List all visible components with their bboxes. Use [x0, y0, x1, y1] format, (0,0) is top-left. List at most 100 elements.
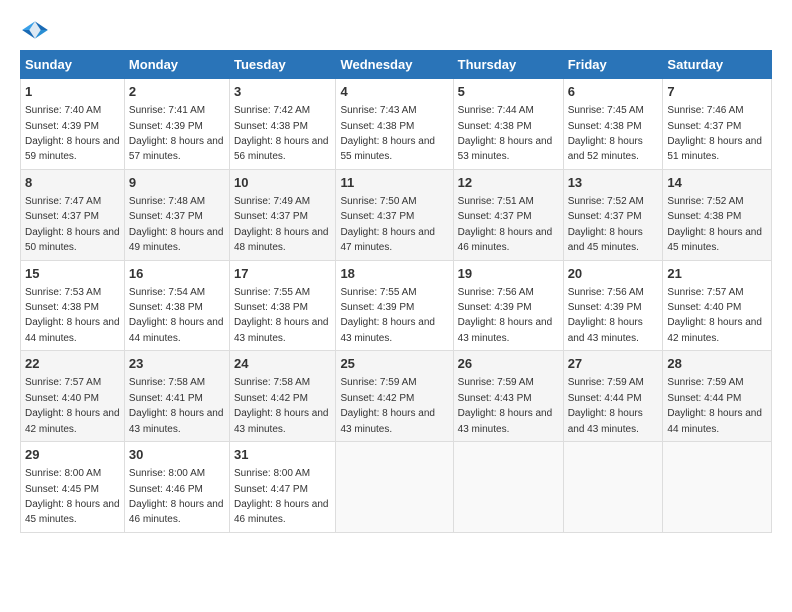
- day-number: 7: [667, 83, 767, 101]
- day-number: 26: [458, 355, 559, 373]
- day-info: Sunrise: 7:57 AMSunset: 4:40 PMDaylight:…: [25, 377, 120, 434]
- day-number: 8: [25, 174, 120, 192]
- day-cell-19: 19 Sunrise: 7:56 AMSunset: 4:39 PMDaylig…: [453, 260, 563, 351]
- day-info: Sunrise: 7:42 AMSunset: 4:38 PMDaylight:…: [234, 105, 329, 162]
- day-number: 30: [129, 446, 225, 464]
- day-cell-11: 11 Sunrise: 7:50 AMSunset: 4:37 PMDaylig…: [336, 169, 453, 260]
- day-number: 15: [25, 265, 120, 283]
- day-number: 5: [458, 83, 559, 101]
- day-info: Sunrise: 7:59 AMSunset: 4:44 PMDaylight:…: [667, 377, 762, 434]
- day-info: Sunrise: 7:58 AMSunset: 4:42 PMDaylight:…: [234, 377, 329, 434]
- day-cell-6: 6 Sunrise: 7:45 AMSunset: 4:38 PMDayligh…: [563, 79, 663, 170]
- day-cell-15: 15 Sunrise: 7:53 AMSunset: 4:38 PMDaylig…: [21, 260, 125, 351]
- day-info: Sunrise: 8:00 AMSunset: 4:45 PMDaylight:…: [25, 468, 120, 525]
- day-info: Sunrise: 7:56 AMSunset: 4:39 PMDaylight:…: [568, 287, 644, 344]
- day-cell-9: 9 Sunrise: 7:48 AMSunset: 4:37 PMDayligh…: [124, 169, 229, 260]
- header-wednesday: Wednesday: [336, 51, 453, 79]
- day-cell-2: 2 Sunrise: 7:41 AMSunset: 4:39 PMDayligh…: [124, 79, 229, 170]
- empty-cell: [453, 442, 563, 533]
- day-cell-20: 20 Sunrise: 7:56 AMSunset: 4:39 PMDaylig…: [563, 260, 663, 351]
- day-number: 16: [129, 265, 225, 283]
- header-thursday: Thursday: [453, 51, 563, 79]
- day-number: 9: [129, 174, 225, 192]
- day-info: Sunrise: 7:54 AMSunset: 4:38 PMDaylight:…: [129, 287, 224, 344]
- header-monday: Monday: [124, 51, 229, 79]
- day-cell-28: 28 Sunrise: 7:59 AMSunset: 4:44 PMDaylig…: [663, 351, 772, 442]
- day-cell-10: 10 Sunrise: 7:49 AMSunset: 4:37 PMDaylig…: [229, 169, 335, 260]
- day-info: Sunrise: 7:55 AMSunset: 4:39 PMDaylight:…: [340, 287, 435, 344]
- day-number: 1: [25, 83, 120, 101]
- day-cell-18: 18 Sunrise: 7:55 AMSunset: 4:39 PMDaylig…: [336, 260, 453, 351]
- day-number: 10: [234, 174, 331, 192]
- day-info: Sunrise: 7:47 AMSunset: 4:37 PMDaylight:…: [25, 196, 120, 253]
- day-info: Sunrise: 7:59 AMSunset: 4:43 PMDaylight:…: [458, 377, 553, 434]
- day-info: Sunrise: 7:46 AMSunset: 4:37 PMDaylight:…: [667, 105, 762, 162]
- day-number: 28: [667, 355, 767, 373]
- day-number: 23: [129, 355, 225, 373]
- day-info: Sunrise: 7:53 AMSunset: 4:38 PMDaylight:…: [25, 287, 120, 344]
- day-cell-27: 27 Sunrise: 7:59 AMSunset: 4:44 PMDaylig…: [563, 351, 663, 442]
- day-info: Sunrise: 7:48 AMSunset: 4:37 PMDaylight:…: [129, 196, 224, 253]
- calendar-week-4: 22 Sunrise: 7:57 AMSunset: 4:40 PMDaylig…: [21, 351, 772, 442]
- day-cell-22: 22 Sunrise: 7:57 AMSunset: 4:40 PMDaylig…: [21, 351, 125, 442]
- empty-cell: [336, 442, 453, 533]
- day-cell-21: 21 Sunrise: 7:57 AMSunset: 4:40 PMDaylig…: [663, 260, 772, 351]
- header-saturday: Saturday: [663, 51, 772, 79]
- day-number: 25: [340, 355, 448, 373]
- calendar-header-row: SundayMondayTuesdayWednesdayThursdayFrid…: [21, 51, 772, 79]
- day-cell-4: 4 Sunrise: 7:43 AMSunset: 4:38 PMDayligh…: [336, 79, 453, 170]
- day-info: Sunrise: 8:00 AMSunset: 4:47 PMDaylight:…: [234, 468, 329, 525]
- day-number: 27: [568, 355, 659, 373]
- page-header: [20, 20, 772, 40]
- day-cell-30: 30 Sunrise: 8:00 AMSunset: 4:46 PMDaylig…: [124, 442, 229, 533]
- day-cell-13: 13 Sunrise: 7:52 AMSunset: 4:37 PMDaylig…: [563, 169, 663, 260]
- calendar-week-3: 15 Sunrise: 7:53 AMSunset: 4:38 PMDaylig…: [21, 260, 772, 351]
- day-info: Sunrise: 7:52 AMSunset: 4:38 PMDaylight:…: [667, 196, 762, 253]
- empty-cell: [563, 442, 663, 533]
- day-info: Sunrise: 8:00 AMSunset: 4:46 PMDaylight:…: [129, 468, 224, 525]
- day-number: 14: [667, 174, 767, 192]
- day-cell-24: 24 Sunrise: 7:58 AMSunset: 4:42 PMDaylig…: [229, 351, 335, 442]
- day-info: Sunrise: 7:51 AMSunset: 4:37 PMDaylight:…: [458, 196, 553, 253]
- logo: [20, 20, 50, 40]
- day-cell-7: 7 Sunrise: 7:46 AMSunset: 4:37 PMDayligh…: [663, 79, 772, 170]
- day-info: Sunrise: 7:59 AMSunset: 4:44 PMDaylight:…: [568, 377, 644, 434]
- day-cell-5: 5 Sunrise: 7:44 AMSunset: 4:38 PMDayligh…: [453, 79, 563, 170]
- logo-icon: [20, 20, 50, 40]
- day-number: 18: [340, 265, 448, 283]
- calendar-week-2: 8 Sunrise: 7:47 AMSunset: 4:37 PMDayligh…: [21, 169, 772, 260]
- header-sunday: Sunday: [21, 51, 125, 79]
- day-info: Sunrise: 7:45 AMSunset: 4:38 PMDaylight:…: [568, 105, 644, 162]
- day-number: 19: [458, 265, 559, 283]
- day-cell-16: 16 Sunrise: 7:54 AMSunset: 4:38 PMDaylig…: [124, 260, 229, 351]
- day-cell-14: 14 Sunrise: 7:52 AMSunset: 4:38 PMDaylig…: [663, 169, 772, 260]
- day-number: 2: [129, 83, 225, 101]
- day-cell-23: 23 Sunrise: 7:58 AMSunset: 4:41 PMDaylig…: [124, 351, 229, 442]
- day-cell-1: 1 Sunrise: 7:40 AMSunset: 4:39 PMDayligh…: [21, 79, 125, 170]
- day-number: 3: [234, 83, 331, 101]
- day-info: Sunrise: 7:43 AMSunset: 4:38 PMDaylight:…: [340, 105, 435, 162]
- day-info: Sunrise: 7:41 AMSunset: 4:39 PMDaylight:…: [129, 105, 224, 162]
- day-cell-25: 25 Sunrise: 7:59 AMSunset: 4:42 PMDaylig…: [336, 351, 453, 442]
- calendar-week-5: 29 Sunrise: 8:00 AMSunset: 4:45 PMDaylig…: [21, 442, 772, 533]
- day-cell-29: 29 Sunrise: 8:00 AMSunset: 4:45 PMDaylig…: [21, 442, 125, 533]
- day-info: Sunrise: 7:50 AMSunset: 4:37 PMDaylight:…: [340, 196, 435, 253]
- day-info: Sunrise: 7:56 AMSunset: 4:39 PMDaylight:…: [458, 287, 553, 344]
- day-number: 31: [234, 446, 331, 464]
- day-number: 6: [568, 83, 659, 101]
- day-number: 17: [234, 265, 331, 283]
- day-info: Sunrise: 7:52 AMSunset: 4:37 PMDaylight:…: [568, 196, 644, 253]
- day-cell-17: 17 Sunrise: 7:55 AMSunset: 4:38 PMDaylig…: [229, 260, 335, 351]
- day-number: 20: [568, 265, 659, 283]
- day-info: Sunrise: 7:55 AMSunset: 4:38 PMDaylight:…: [234, 287, 329, 344]
- day-cell-26: 26 Sunrise: 7:59 AMSunset: 4:43 PMDaylig…: [453, 351, 563, 442]
- day-number: 4: [340, 83, 448, 101]
- day-number: 29: [25, 446, 120, 464]
- day-info: Sunrise: 7:59 AMSunset: 4:42 PMDaylight:…: [340, 377, 435, 434]
- day-cell-31: 31 Sunrise: 8:00 AMSunset: 4:47 PMDaylig…: [229, 442, 335, 533]
- header-tuesday: Tuesday: [229, 51, 335, 79]
- day-cell-8: 8 Sunrise: 7:47 AMSunset: 4:37 PMDayligh…: [21, 169, 125, 260]
- calendar-week-1: 1 Sunrise: 7:40 AMSunset: 4:39 PMDayligh…: [21, 79, 772, 170]
- day-number: 21: [667, 265, 767, 283]
- day-info: Sunrise: 7:57 AMSunset: 4:40 PMDaylight:…: [667, 287, 762, 344]
